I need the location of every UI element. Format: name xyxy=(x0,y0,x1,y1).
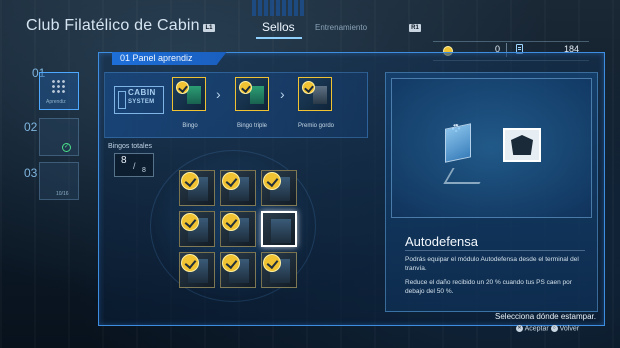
item-effect: Reduce el daño recibido un 20 % cuando t… xyxy=(405,279,572,295)
footer-hint: Selecciona dónde estampar. xyxy=(495,312,596,321)
stamp-icon xyxy=(181,172,199,190)
panel-title: 01 Panel aprendiz xyxy=(112,52,227,65)
reward-art xyxy=(187,86,201,104)
bingo-cell-selected[interactable] xyxy=(261,211,297,247)
nav-caption-03: 10/16 xyxy=(56,191,69,197)
check-badge-icon xyxy=(302,81,315,94)
reward-art xyxy=(250,86,264,104)
tab-decoration xyxy=(252,0,304,16)
accept-label[interactable]: Aceptar xyxy=(525,325,549,332)
bingos-label: Bingos totales xyxy=(108,143,152,150)
chevron-right-icon: › xyxy=(216,86,221,102)
bingo-cell[interactable] xyxy=(261,170,297,206)
bingo-cell[interactable] xyxy=(220,252,256,288)
bingo-cell[interactable] xyxy=(179,170,215,206)
item-name: Autodefensa xyxy=(405,234,479,249)
module-chip-icon xyxy=(445,123,471,163)
divider xyxy=(405,250,585,251)
page-title: Club Filatélico de Cabin xyxy=(26,17,200,34)
cross-button-icon[interactable]: ✕ xyxy=(516,325,523,332)
bingos-total: 8 xyxy=(142,167,146,174)
nav-caption-01: Aprendiz xyxy=(46,99,66,105)
item-preview xyxy=(391,78,592,218)
check-badge-icon xyxy=(239,81,252,94)
nav-item-panel-02[interactable]: ✓ xyxy=(39,118,79,156)
logo-text-line2: SYSTEM xyxy=(128,99,155,105)
check-icon: ✓ xyxy=(62,143,71,152)
nav-number-03: 03 xyxy=(24,166,38,180)
reward-label-bingo-triple: Bingo triple xyxy=(236,123,268,129)
stamp-icon xyxy=(222,254,240,272)
tab-entrenamiento[interactable]: Entrenamiento xyxy=(315,23,367,32)
bingo-cell[interactable] xyxy=(261,252,297,288)
reward-bingo[interactable] xyxy=(172,77,206,111)
stamp-icon xyxy=(222,213,240,231)
reward-label-premio-gordo: Premio gordo xyxy=(297,123,335,129)
reward-label-bingo: Bingo xyxy=(182,123,198,129)
bingo-cell[interactable] xyxy=(220,211,256,247)
bingo-cell[interactable] xyxy=(179,211,215,247)
tab-sellos[interactable]: Sellos xyxy=(262,20,295,34)
shield-module-icon xyxy=(503,128,541,162)
grid-icon xyxy=(51,79,67,95)
nav-number-02: 02 xyxy=(24,120,38,134)
bingo-cell[interactable] xyxy=(220,170,256,206)
nav-item-panel-01[interactable]: Aprendiz xyxy=(39,72,79,110)
chevron-right-icon: › xyxy=(280,86,285,102)
circle-button-icon[interactable]: ○ xyxy=(550,325,558,332)
top-bar: Club Filatélico de Cabin L1 Sellos Entre… xyxy=(0,0,620,42)
stamp-icon xyxy=(181,213,199,231)
l1-button-icon[interactable]: L1 xyxy=(203,24,215,32)
reward-bingo-triple[interactable] xyxy=(235,77,269,111)
check-badge-icon xyxy=(176,81,189,94)
footer-actions: ✕ Aceptar ○ Volver xyxy=(516,325,579,332)
nav-item-panel-03[interactable]: 10/16 xyxy=(39,162,79,200)
stamp-icon xyxy=(222,172,240,190)
back-label[interactable]: Volver xyxy=(560,325,579,332)
bingo-cell[interactable] xyxy=(179,252,215,288)
reward-art xyxy=(313,86,327,104)
bingos-slash: / xyxy=(133,161,136,171)
stamp-icon xyxy=(181,254,199,272)
cell-art xyxy=(271,219,291,243)
item-description: Podrás equipar el módulo Autodefensa des… xyxy=(405,256,579,272)
bingos-count: 8 xyxy=(121,155,127,166)
stamp-icon xyxy=(263,172,281,190)
r1-button-icon[interactable]: R1 xyxy=(409,24,421,32)
logo-text-line1: CABIN xyxy=(128,88,156,97)
tab-active-indicator xyxy=(256,37,302,39)
stamp-icon xyxy=(263,254,281,272)
reward-premio-gordo[interactable] xyxy=(298,77,332,111)
